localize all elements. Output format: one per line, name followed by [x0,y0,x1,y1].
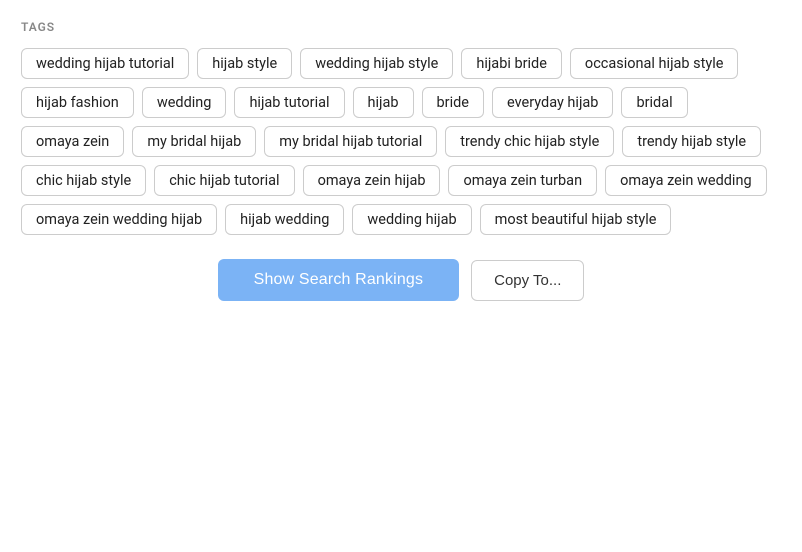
tag-item[interactable]: hijabi bride [461,48,562,79]
tag-item[interactable]: wedding hijab [352,204,471,235]
tag-item[interactable]: omaya zein wedding [605,165,767,196]
tag-item[interactable]: most beautiful hijab style [480,204,672,235]
tag-item[interactable]: bridal [621,87,687,118]
tag-item[interactable]: chic hijab tutorial [154,165,294,196]
tag-item[interactable]: occasional hijab style [570,48,739,79]
tag-item[interactable]: hijab wedding [225,204,344,235]
show-rankings-button[interactable]: Show Search Rankings [218,259,460,301]
tag-item[interactable]: omaya zein turban [448,165,597,196]
tag-item[interactable]: wedding [142,87,227,118]
tag-item[interactable]: hijab style [197,48,292,79]
tag-item[interactable]: hijab fashion [21,87,134,118]
tag-item[interactable]: chic hijab style [21,165,146,196]
tag-item[interactable]: omaya zein wedding hijab [21,204,217,235]
tag-item[interactable]: omaya zein hijab [303,165,441,196]
tag-item[interactable]: trendy chic hijab style [445,126,614,157]
tag-item[interactable]: trendy hijab style [622,126,761,157]
copy-to-button[interactable]: Copy To... [471,260,584,301]
tag-item[interactable]: everyday hijab [492,87,613,118]
tags-heading: TAGS [21,20,781,34]
actions-bar: Show Search Rankings Copy To... [21,259,781,301]
tag-item[interactable]: bride [422,87,484,118]
tag-item[interactable]: my bridal hijab tutorial [264,126,437,157]
tag-item[interactable]: my bridal hijab [132,126,256,157]
tags-container: TAGS wedding hijab tutorialhijab stylewe… [21,20,781,301]
tag-item[interactable]: wedding hijab style [300,48,453,79]
tag-item[interactable]: wedding hijab tutorial [21,48,189,79]
tag-item[interactable]: hijab tutorial [234,87,344,118]
tag-item[interactable]: hijab [353,87,414,118]
tags-area: wedding hijab tutorial hijab style wedding… [21,48,781,235]
tag-item[interactable]: omaya zein [21,126,124,157]
